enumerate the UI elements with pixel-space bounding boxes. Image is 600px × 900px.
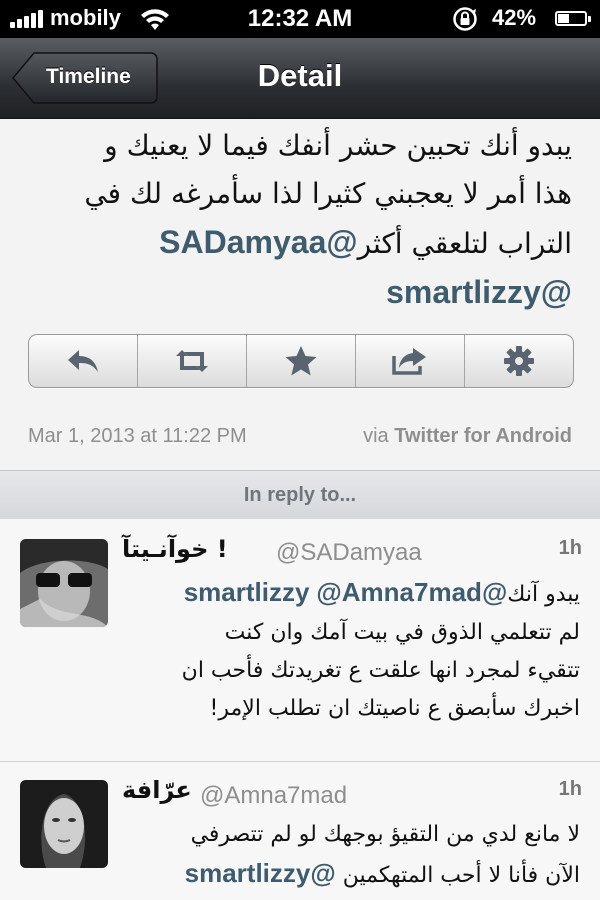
- reply-author-handle: @Amna7mad: [200, 782, 348, 809]
- reply-timestamp: 1h: [558, 537, 582, 559]
- reply-author-handle: @SADamyaa: [276, 539, 422, 566]
- tweet-line: هذا أمر لا يعجبني كثيرا لذا سأمرغه لك في: [84, 177, 572, 210]
- in-reply-to-header: In reply to...: [0, 470, 600, 520]
- reply-tweet[interactable]: عرّافة @Amna7mad 1h لا مانع لدي من التقي…: [0, 762, 600, 900]
- reply-line: الآن فأنا لا أحب المتهكمين @smartlizzy: [122, 854, 580, 895]
- tweet-line: التراب لتلعقي أكثر@SADamyaa: [20, 218, 572, 268]
- reply-text: لا مانع لدي من التقيؤ بوجهك لو لم تتصرفي…: [122, 816, 580, 895]
- retweet-icon: [176, 350, 208, 372]
- avatar[interactable]: [20, 539, 108, 627]
- share-icon: [392, 348, 426, 375]
- tweet-line-text: التراب لتلعقي أكثر: [357, 227, 572, 260]
- reply-timestamp: 1h: [558, 778, 582, 800]
- battery-icon: [555, 11, 591, 26]
- navigation-bar: Timeline Detail: [0, 38, 600, 119]
- avatar[interactable]: [20, 780, 108, 868]
- tweet-source: via Twitter for Android: [363, 425, 572, 448]
- mention-link[interactable]: @smartlizzy: [185, 858, 336, 888]
- tweet-line: @smartlizzy: [20, 268, 572, 318]
- via-prefix: via: [363, 425, 389, 447]
- tweet-line: يبدو أنك تحبين حشر أنفك فيما لا يعنيك و: [104, 129, 572, 162]
- source-app-link[interactable]: Twitter for Android: [394, 425, 572, 447]
- reply-line: اخبرك سأبصق ع ناصيتك ان تطلب الإمر!: [209, 696, 580, 721]
- reply-line: تتقيء لمجرد انها علقت ع تغريدتك فأحب ان: [181, 658, 580, 683]
- reply-icon: [68, 350, 98, 372]
- retweet-button[interactable]: [138, 335, 247, 387]
- reply-text: يبدو آنك@smartlizzy @Amna7mad لم تتعلمي …: [122, 573, 580, 728]
- reply-line: لم تتعلمي الذوق في بيت آمك وان كنت: [224, 620, 580, 645]
- reply-author-name: خوآنـيتآ !: [122, 535, 228, 563]
- gear-icon: [504, 346, 534, 376]
- mention-link[interactable]: @smartlizzy: [386, 274, 572, 310]
- avatar-image: [20, 780, 108, 868]
- tweet-date: Mar 1, 2013 at 11:22 PM: [28, 425, 247, 447]
- page-title: Detail: [257, 58, 343, 93]
- more-options-button[interactable]: [465, 335, 573, 387]
- battery-percent: 42%: [492, 5, 537, 30]
- favorite-button[interactable]: [247, 335, 356, 387]
- reply-author-name: عرّافة: [122, 776, 192, 804]
- tweet-text: يبدو أنك تحبين حشر أنفك فيما لا يعنيك و …: [20, 122, 572, 318]
- favorite-icon: [285, 346, 317, 376]
- share-button[interactable]: [356, 335, 465, 387]
- reply-tweet[interactable]: خوآنـيتآ ! @SADamyaa 1h يبدو آنك@smartli…: [0, 519, 600, 762]
- mention-link[interactable]: @Amna7mad: [316, 577, 482, 607]
- reply-button[interactable]: [29, 335, 138, 387]
- mention-link[interactable]: @SADamyaa: [159, 224, 357, 260]
- avatar-image: [20, 539, 108, 627]
- reply-line-text: يبدو آنك: [507, 582, 580, 607]
- reply-line-text: الآن فأنا لا أحب المتهكمين: [342, 863, 580, 888]
- tweet-action-bar: [28, 334, 574, 388]
- reply-line: يبدو آنك@smartlizzy @Amna7mad: [122, 573, 580, 614]
- status-bar: mobily 12:32 AM 42%: [0, 0, 600, 38]
- rotation-lock-icon: [453, 7, 477, 31]
- reply-line: لا مانع لدي من التقيؤ بوجهك لو لم تتصرفي: [190, 822, 580, 847]
